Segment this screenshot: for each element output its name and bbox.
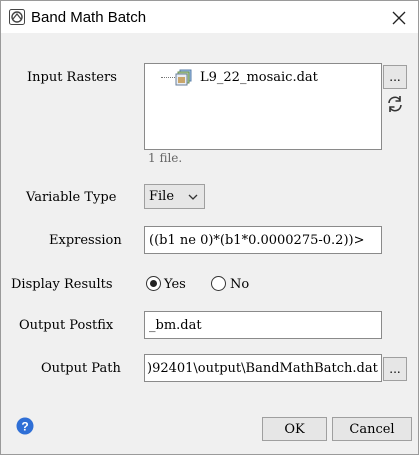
close-icon <box>392 11 406 25</box>
app-icon <box>9 9 25 25</box>
tree-connector <box>161 77 175 78</box>
cancel-button[interactable]: Cancel <box>332 417 412 441</box>
output-path-label: Output Path <box>41 361 121 376</box>
help-icon[interactable]: ? <box>16 417 34 435</box>
raster-file-icon <box>175 69 192 86</box>
file-count-text: 1 file. <box>148 151 183 165</box>
display-results-yes-radio[interactable] <box>146 276 161 291</box>
ok-button[interactable]: OK <box>262 417 327 441</box>
expression-input[interactable]: ((b1 ne 0)*(b1*0.0000275-0.2))> <box>144 226 382 254</box>
output-postfix-value: _bm.dat <box>149 318 202 333</box>
output-postfix-label: Output Postfix <box>19 318 114 333</box>
band-math-batch-dialog: Band Math Batch Input Rasters L9_22_mosa… <box>0 0 419 455</box>
expression-label: Expression <box>49 233 122 248</box>
output-path-input[interactable]: )92401\output\BandMathBatch.dat <box>144 354 382 382</box>
variable-type-select[interactable]: File <box>144 184 205 209</box>
display-results-no-label[interactable]: No <box>230 277 249 292</box>
variable-type-label: Variable Type <box>26 190 117 205</box>
output-postfix-input[interactable]: _bm.dat <box>144 311 382 339</box>
input-rasters-browse-button[interactable]: ... <box>383 65 407 89</box>
expression-value: ((b1 ne 0)*(b1*0.0000275-0.2))> <box>149 233 365 248</box>
refresh-icon[interactable] <box>386 95 404 113</box>
display-results-no-radio[interactable] <box>211 276 226 291</box>
radio-selected-dot <box>150 280 157 287</box>
input-rasters-list[interactable]: L9_22_mosaic.dat <box>144 63 382 150</box>
output-path-browse-button[interactable]: ... <box>383 357 407 381</box>
input-rasters-label: Input Rasters <box>27 70 117 85</box>
display-results-yes-label[interactable]: Yes <box>164 277 186 292</box>
chevron-down-icon <box>188 194 198 200</box>
close-button[interactable] <box>388 7 410 29</box>
title-bar: Band Math Batch <box>1 1 418 33</box>
variable-type-value: File <box>149 189 175 204</box>
display-results-label: Display Results <box>11 277 113 292</box>
output-path-value: )92401\output\BandMathBatch.dat <box>147 361 378 376</box>
window-title: Band Math Batch <box>31 9 147 26</box>
svg-text:?: ? <box>21 420 28 434</box>
raster-file-item[interactable]: L9_22_mosaic.dat <box>200 70 318 85</box>
